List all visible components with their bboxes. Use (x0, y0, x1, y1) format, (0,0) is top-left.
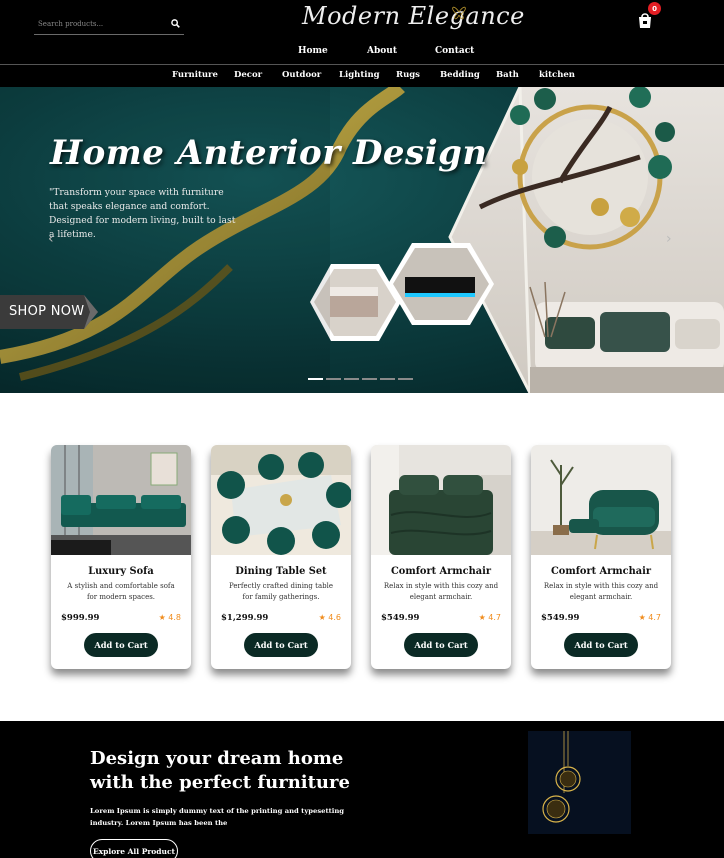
nav-about[interactable]: About (367, 46, 397, 56)
carousel-dot[interactable] (362, 378, 377, 380)
butterfly-icon (452, 6, 466, 20)
search-icon (170, 18, 180, 28)
category-bath[interactable]: Bath (496, 70, 519, 80)
shop-now-button[interactable]: SHOP NOW (0, 295, 98, 329)
shop-now-label: SHOP NOW (9, 304, 85, 319)
cart-count-badge: 0 (648, 2, 661, 15)
product-card[interactable]: Comfort Armchair Relax in style with thi… (531, 445, 671, 669)
product-name: Comfort Armchair (391, 566, 491, 577)
promo-title: Design your dream home with the perfect … (90, 748, 350, 793)
product-price: $549.99 (541, 613, 580, 623)
logo-text: Modern Elegance (302, 2, 525, 30)
product-image-luxury-sofa (51, 445, 191, 555)
category-lighting[interactable]: Lighting (339, 70, 380, 80)
product-section: Luxury Sofa A stylish and comfortable so… (0, 393, 724, 721)
carousel-dot[interactable] (308, 378, 323, 380)
search-box (34, 12, 184, 35)
carousel-dot[interactable] (398, 378, 413, 380)
hero-title: Home Anterior Design (50, 133, 488, 173)
nav-contact[interactable]: Contact (435, 46, 474, 56)
category-furniture[interactable]: Furniture (172, 70, 218, 80)
product-name: Comfort Armchair (551, 566, 651, 577)
hero-description: "Transform your space with furniture tha… (49, 187, 236, 240)
category-decor[interactable]: Decor (234, 70, 262, 80)
carousel-indicators (308, 378, 413, 380)
search-input[interactable] (38, 16, 164, 31)
category-outdoor[interactable]: Outdoor (282, 70, 321, 80)
carousel-dot[interactable] (326, 378, 341, 380)
search-button[interactable] (168, 16, 182, 30)
product-rating: ★ 4.7 (638, 613, 661, 622)
carousel-dot[interactable] (380, 378, 395, 380)
carousel-dot[interactable] (344, 378, 359, 380)
add-to-cart-button[interactable]: Add to Cart (244, 633, 318, 657)
product-rating: ★ 4.8 (158, 613, 181, 622)
site-header: Modern Elegance 0 Home About Contact (0, 0, 724, 64)
hanging-ornaments-image (528, 731, 631, 834)
add-to-cart-button[interactable]: Add to Cart (564, 633, 638, 657)
product-image-comfort-armchair (531, 445, 671, 555)
product-description: Relax in style with this cozy and elegan… (383, 582, 499, 601)
main-nav: Home About Contact (0, 46, 724, 62)
product-card[interactable]: Comfort Armchair Relax in style with thi… (371, 445, 511, 669)
product-price: $549.99 (381, 613, 420, 623)
promo-description: Lorem Ipsum is simply dummy text of the … (90, 807, 345, 827)
promo-banner: Design your dream home with the perfect … (0, 721, 724, 858)
product-description: Perfectly crafted dining table for famil… (229, 582, 333, 601)
category-rugs[interactable]: Rugs (396, 70, 420, 80)
product-name: Luxury Sofa (88, 566, 154, 577)
product-price: $999.99 (61, 613, 100, 623)
product-image-comfort-armchair (371, 445, 511, 555)
cart-button[interactable]: 0 (636, 2, 661, 30)
nav-home[interactable]: Home (298, 46, 328, 56)
category-bedding[interactable]: Bedding (440, 70, 480, 80)
add-to-cart-button[interactable]: Add to Cart (84, 633, 158, 657)
site-logo[interactable]: Modern Elegance (298, 0, 524, 40)
chevron-left-icon[interactable]: ‹ (48, 231, 54, 247)
product-rating: ★ 4.6 (318, 613, 341, 622)
product-image-dining-table-set (211, 445, 351, 555)
product-price: $1,299.99 (221, 613, 269, 623)
add-to-cart-button[interactable]: Add to Cart (404, 633, 478, 657)
product-name: Dining Table Set (235, 566, 327, 577)
hero-carousel: Home Anterior Design "Transform your spa… (0, 87, 724, 393)
explore-all-products-button[interactable]: Explore All Product (90, 839, 178, 858)
category-kitchen[interactable]: kitchen (539, 70, 575, 80)
product-rating: ★ 4.7 (478, 613, 501, 622)
category-bar: Furniture Decor Outdoor Lighting Rugs Be… (0, 65, 724, 87)
chevron-right-icon[interactable]: › (666, 231, 672, 247)
product-description: Relax in style with this cozy and elegan… (543, 582, 659, 601)
product-card[interactable]: Luxury Sofa A stylish and comfortable so… (51, 445, 191, 669)
product-description: A stylish and comfortable sofa for moder… (67, 582, 175, 601)
product-card[interactable]: Dining Table Set Perfectly crafted dinin… (211, 445, 351, 669)
